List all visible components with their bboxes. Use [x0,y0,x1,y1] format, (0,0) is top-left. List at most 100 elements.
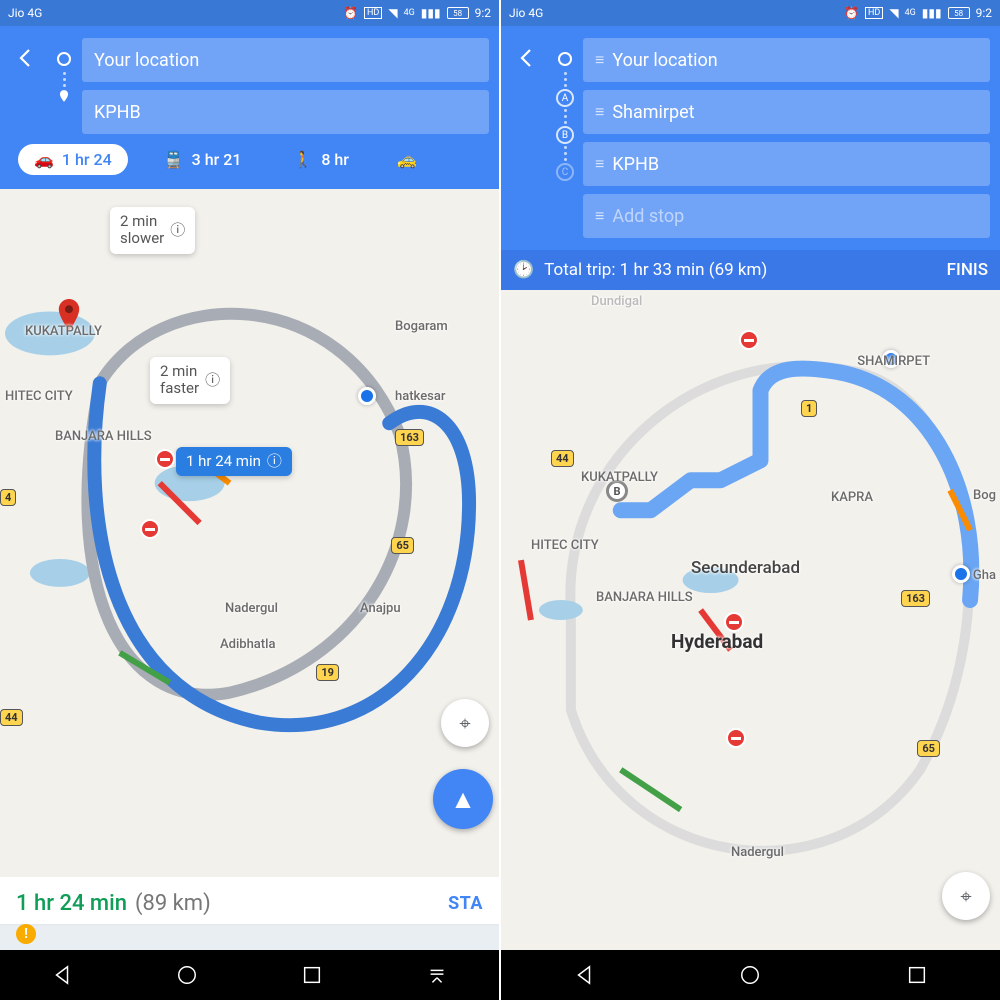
car-icon: 🚗 [34,150,54,169]
map-canvas[interactable]: 2 min slower ⓘ 2 min faster ⓘ 1 hr 24 mi… [0,189,499,877]
android-navbar [501,950,1000,1000]
drag-handle-icon[interactable]: ≡ [595,102,602,122]
waypoint-b-marker-icon: B [556,126,574,144]
route-primary-badge[interactable]: 1 hr 24 min ⓘ [176,447,292,476]
map-label: Anajpu [360,601,401,616]
waypoint-a-label: Shamirpet [612,102,694,123]
road-closed-icon [739,330,759,350]
schedule-icon: 🕑 [513,260,534,280]
mode-ride-chip[interactable]: 🚕 [381,144,433,175]
route-alt-badge-faster[interactable]: 2 min faster ⓘ [150,357,230,404]
map-label: KAPRA [831,490,873,505]
nav-collapse-icon[interactable] [426,964,448,986]
battery-icon: 58 [948,7,970,19]
map-label: Gha [973,568,996,583]
map-label: BANJARA HILLS [55,429,152,444]
origin-input[interactable]: ≡ Your location [583,38,990,82]
waypoint-c-marker-icon: C [556,163,574,181]
mode-car-chip[interactable]: 🚗 1 hr 24 [18,144,128,175]
travel-mode-row: 🚗 1 hr 24 🚆 3 hr 21 🚶 8 hr 🚕 [6,134,489,177]
origin-input[interactable]: Your location [82,38,489,82]
status-right: ⏰ HD ◥ 4G ▮▮▮ 58 9:2 [844,6,992,20]
origin-marker-icon [558,52,572,66]
route-dots-icon [564,72,567,87]
nav-recent-icon[interactable] [301,964,323,986]
waypoint-a-input[interactable]: ≡ Shamirpet [583,90,990,134]
arrow-left-icon [515,46,539,70]
destination-input[interactable]: KPHB [82,90,489,134]
mode-walk-chip[interactable]: 🚶 8 hr [277,144,365,175]
drag-handle-icon[interactable]: ≡ [595,154,602,174]
origin-label: Your location [612,50,717,71]
info-icon: ⓘ [205,372,220,389]
origin-label: Your location [94,50,199,71]
nav-back-icon[interactable] [573,964,595,986]
map-label: SHAMIRPET [857,354,930,369]
highway-shield: 4 [0,489,16,506]
route-markers [52,38,76,103]
directions-header: A B C ≡ Your location ≡ Shamirpet ≡ KPHB [501,26,1000,250]
hd-icon: HD [364,7,382,19]
info-icon: ⓘ [267,453,282,470]
info-icon: ⓘ [170,222,185,239]
route-summary-sheet[interactable]: 1 hr 24 min (89 km) STA [0,877,499,924]
map-label: HITEC CITY [531,538,599,553]
drag-handle-icon[interactable]: ≡ [595,50,602,70]
traffic-alert-icon[interactable]: ! [16,924,36,944]
trip-summary-label: Total trip: 1 hr 33 min (69 km) [544,260,767,280]
map-svg [0,189,499,877]
drag-handle-icon[interactable]: ≡ [595,206,602,226]
clock-label: 9:2 [976,6,992,20]
current-location-dot [952,565,970,583]
carrier-label: Jio 4G [509,6,543,20]
nav-home-icon[interactable] [739,964,761,986]
clock-label: 9:2 [475,6,491,20]
trip-summary-banner: 🕑 Total trip: 1 hr 33 min (69 km) FINIS [501,250,1000,290]
waypoint-a-marker-icon: A [556,89,574,107]
start-button-label[interactable]: STA [448,893,483,914]
waypoint-b-input[interactable]: ≡ KPHB [583,142,990,186]
road-closed-icon [724,612,744,632]
phone-right: Jio 4G ⏰ HD ◥ 4G ▮▮▮ 58 9:2 A B C [501,0,1000,1000]
phone-left: Jio 4G ⏰ HD ◥ 4G ▮▮▮ 58 9:2 [0,0,499,1000]
nav-back-icon[interactable] [51,964,73,986]
finish-button[interactable]: FINIS [947,260,988,280]
navigate-icon: ▲ [450,784,476,815]
highway-shield: 19 [316,664,339,681]
origin-marker-icon [57,52,71,66]
wifi-icon: ◥ [388,6,397,20]
highway-shield: 44 [551,450,574,467]
map-label: KUKATPALLY [581,470,658,485]
waypoint-b-label: KPHB [612,154,659,175]
map-label: HITEC CITY [5,389,73,404]
ride-icon: 🚕 [397,150,417,169]
network-label: 4G [404,8,415,18]
route-markers: A B C [553,38,577,181]
highway-shield: 65 [917,740,940,757]
walk-icon: 🚶 [293,150,313,169]
map-label: KUKATPALLY [25,324,102,339]
recenter-fab[interactable]: ⌖ [441,699,489,747]
recenter-fab[interactable]: ⌖ [942,872,990,920]
status-bar: Jio 4G ⏰ HD ◥ 4G ▮▮▮ 58 9:2 [0,0,499,26]
gps-fixed-icon: ⌖ [960,884,971,908]
route-alt-badge-slower[interactable]: 2 min slower ⓘ [110,207,195,254]
map-label: Nadergul [225,601,278,616]
start-nav-fab[interactable]: ▲ [433,769,493,829]
back-button[interactable] [507,38,547,78]
road-closed-icon [726,728,746,748]
add-stop-input[interactable]: ≡ Add stop [583,194,990,238]
android-navbar [0,950,499,1000]
mode-transit-chip[interactable]: 🚆 3 hr 21 [148,144,258,175]
train-icon: 🚆 [164,150,184,169]
nav-recent-icon[interactable] [906,964,928,986]
map-canvas[interactable]: B Dundigal SHAMIRPET KUKATPALLY KAPRA HI… [501,290,1000,950]
highway-shield: 163 [395,429,424,446]
highway-shield: 1 [801,400,817,417]
map-label: Dundigal [591,294,642,309]
directions-header: Your location KPHB 🚗 1 hr 24 🚆 3 hr 21 🚶… [0,26,499,189]
back-button[interactable] [6,38,46,78]
nav-home-icon[interactable] [176,964,198,986]
summary-distance-label: (89 km) [135,891,211,916]
gps-fixed-icon: ⌖ [459,711,470,735]
